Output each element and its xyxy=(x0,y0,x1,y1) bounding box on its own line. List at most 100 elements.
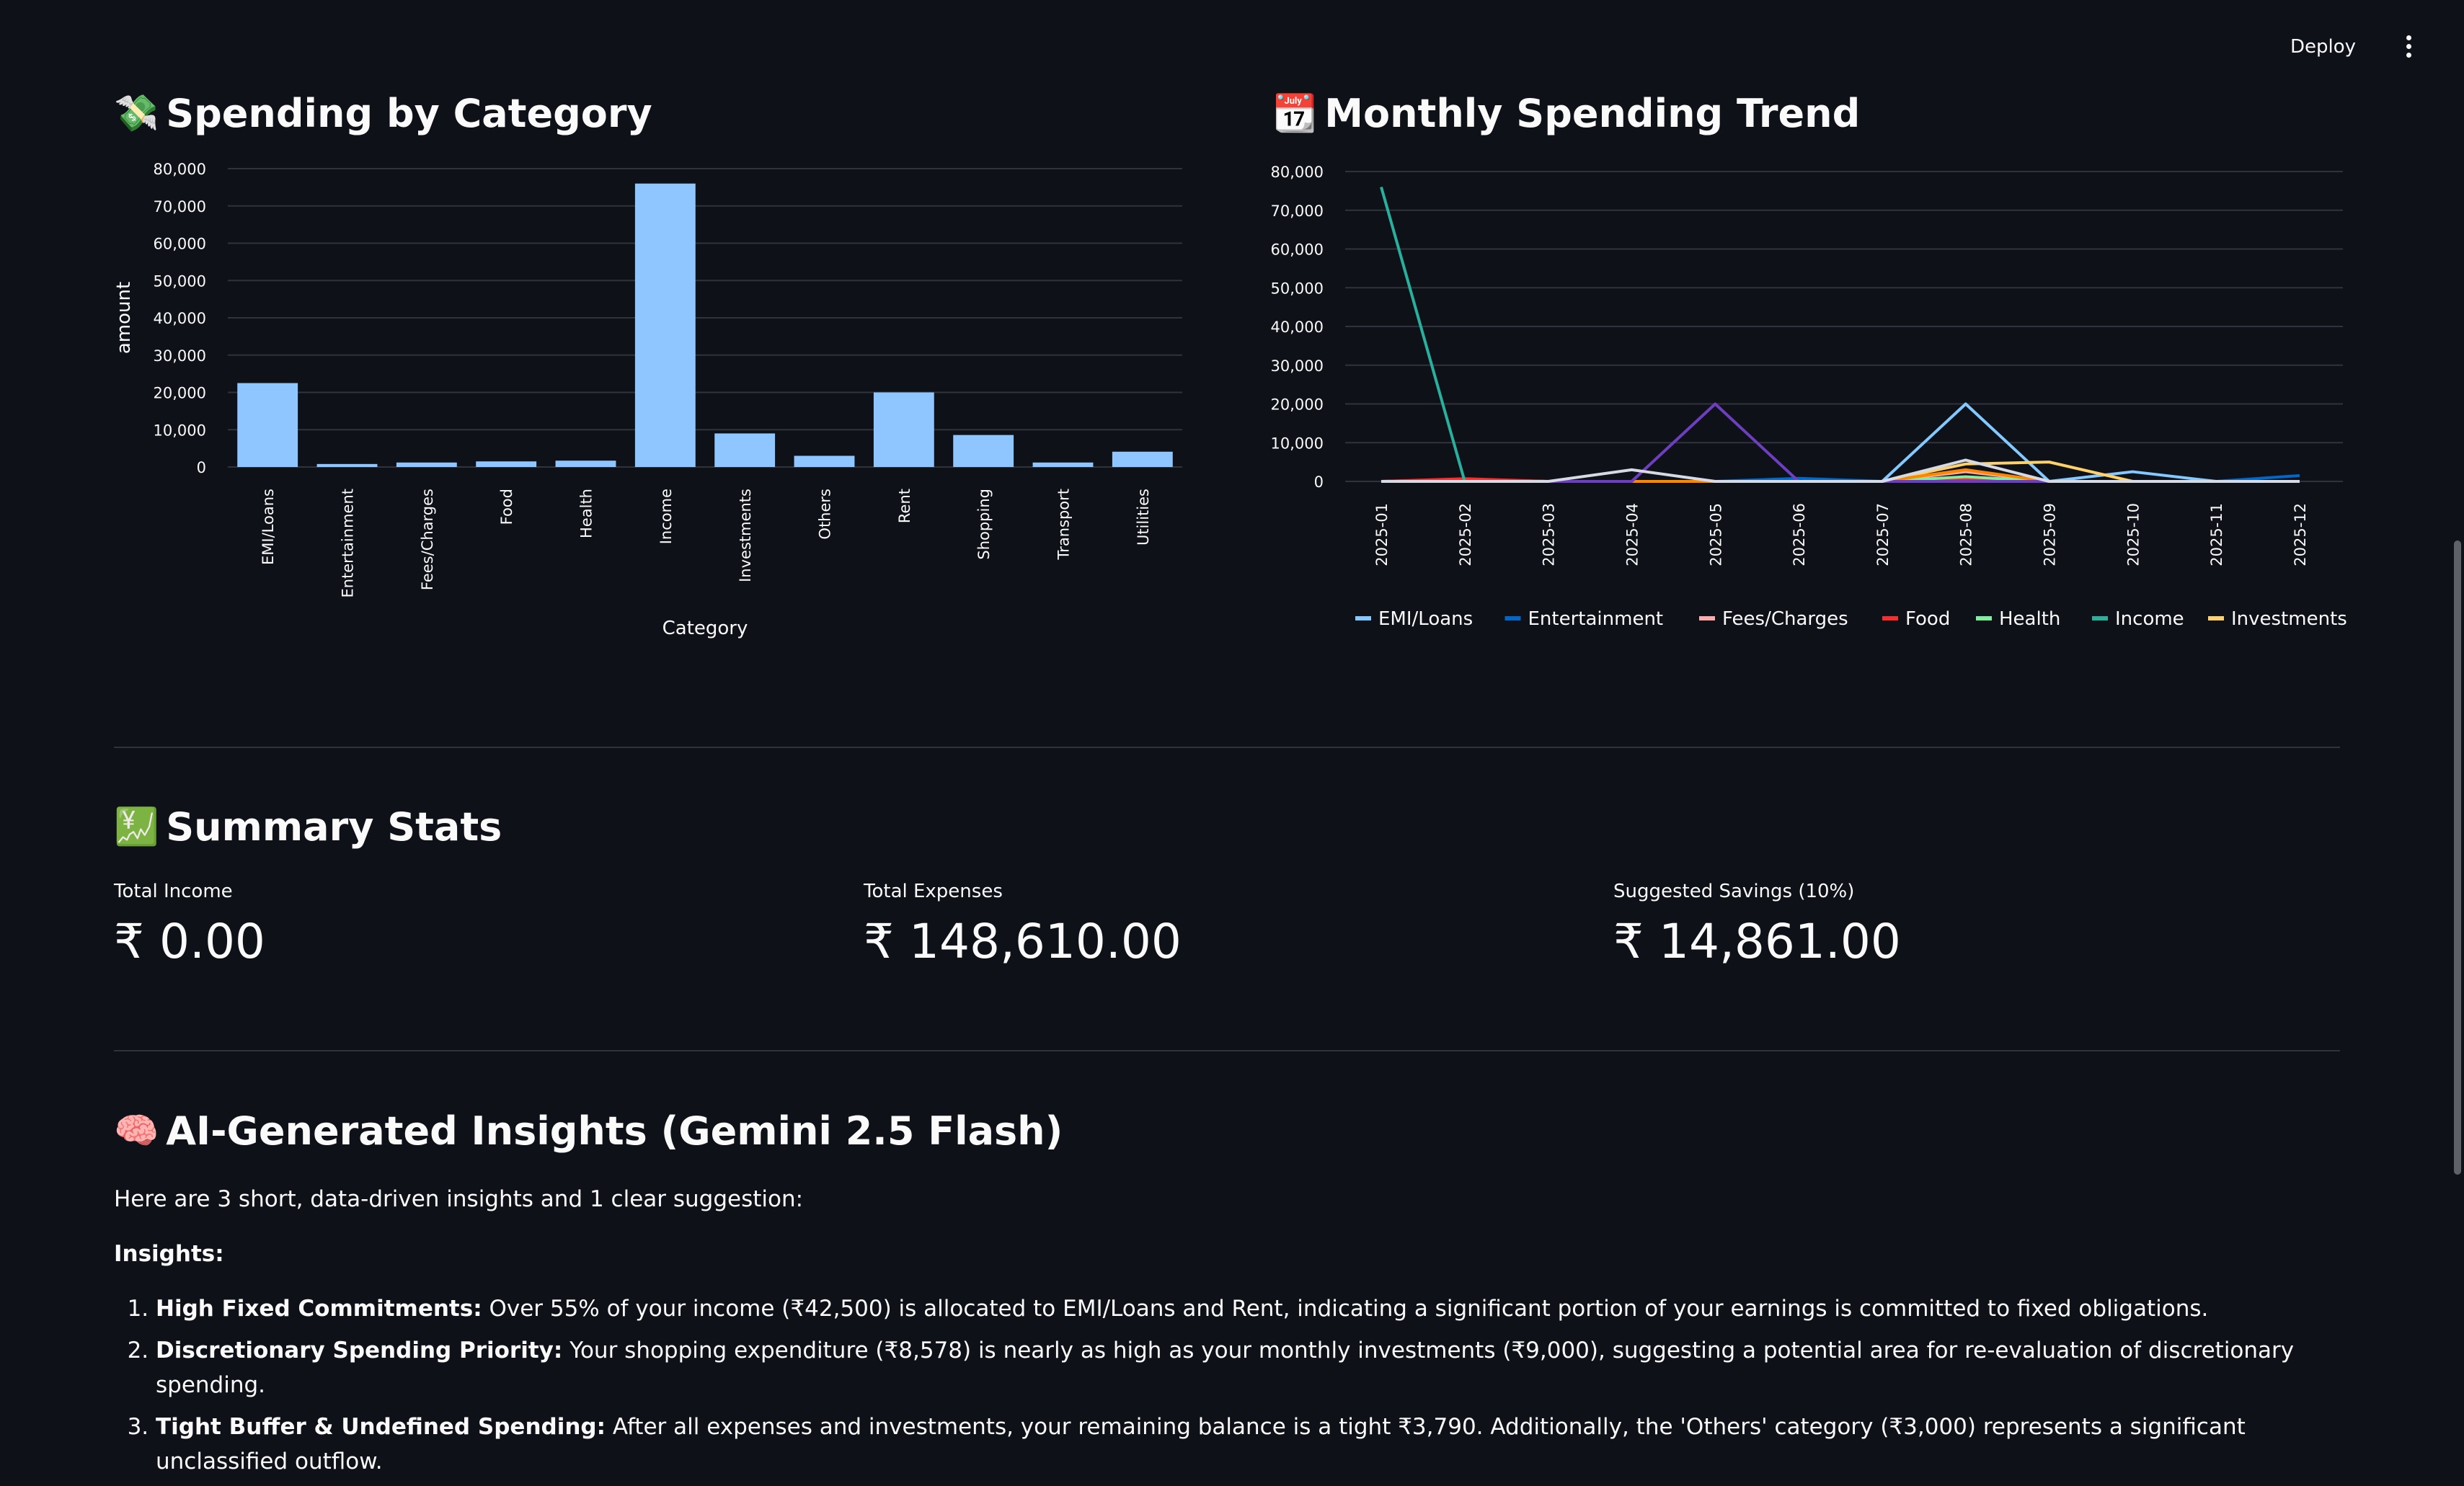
app-header: Deploy xyxy=(0,0,2464,94)
scrollbar-thumb[interactable] xyxy=(2454,540,2461,1175)
metric-label: Total Income xyxy=(114,881,233,902)
section-title-text: Spending by Category xyxy=(166,91,652,136)
legend-entry: Investments xyxy=(2231,608,2347,630)
brain-icon: 🧠 xyxy=(114,1110,159,1152)
scrollbar[interactable] xyxy=(2451,0,2464,1423)
bar-chart-xtick-label: Health xyxy=(578,489,595,538)
bar-chart-xtick-label: Fees/Charges xyxy=(419,489,436,590)
legend-entry: Food xyxy=(1905,608,1950,630)
metric-label: Total Expenses xyxy=(864,881,1003,902)
bar xyxy=(476,461,537,467)
bar xyxy=(873,392,934,467)
legend-entry: Health xyxy=(1999,608,2060,630)
bar-chart-xtick-label: Shopping xyxy=(975,489,993,560)
legend-entry: Income xyxy=(2115,608,2184,630)
line-chart-xtick-label: 2025-09 xyxy=(2042,503,2059,566)
bar xyxy=(794,455,855,467)
bar-chart-xtick-label: Transport xyxy=(1055,489,1073,561)
line-chart-xtick-label: 2025-12 xyxy=(2292,503,2309,566)
line-chart-xtick-label: 2025-06 xyxy=(1791,503,1808,566)
bar-chart-ytick-label: 10,000 xyxy=(154,422,206,439)
metric-label: Suggested Savings (10%) xyxy=(1613,881,1855,902)
line-chart-xtick-label: 2025-07 xyxy=(1874,503,1892,566)
insight-title: Tight Buffer & Undefined Spending: xyxy=(156,1414,606,1441)
x-axis-label: Category xyxy=(662,618,748,639)
metric-total-income: Total Income ₹ 0.00 xyxy=(114,881,265,969)
chart-yen-icon: 💹 xyxy=(114,806,159,847)
insight-title: High Fixed Commitments: xyxy=(156,1296,482,1322)
list-item: Tight Buffer & Undefined Spending: After… xyxy=(156,1410,2341,1479)
deploy-button[interactable]: Deploy xyxy=(2283,32,2363,62)
bar-chart-ytick-label: 80,000 xyxy=(154,161,206,178)
insight-text: Over 55% of your income (₹42,500) is all… xyxy=(482,1296,2209,1322)
category-bar-chart: 0 10,000 20,000 30,000 40,000 50,000 60,000 70,… xyxy=(113,161,1182,639)
bar xyxy=(953,435,1014,467)
list-item: Discretionary Spending Priority: Your sh… xyxy=(156,1333,2341,1402)
line-chart-ytick-label: 40,000 xyxy=(1271,319,1324,336)
bar-chart-xtick-label: Income xyxy=(657,489,675,544)
bar xyxy=(316,463,378,467)
insights-heading: Insights: xyxy=(114,1241,224,1268)
line-chart-xtick-label: 2025-02 xyxy=(1457,503,1474,566)
line-chart-ytick-label: 50,000 xyxy=(1271,280,1324,297)
bar xyxy=(237,383,298,467)
calendar-icon: 📆 xyxy=(1272,92,1318,134)
metric-total-expenses: Total Expenses ₹ 148,610.00 xyxy=(864,881,1182,969)
kebab-menu-icon[interactable] xyxy=(2398,32,2419,61)
bar-chart-xtick-label: Others xyxy=(817,489,834,540)
bar-chart-ytick-label: 30,000 xyxy=(154,347,206,365)
series-line xyxy=(1380,186,2300,483)
line-chart-ytick-label: 80,000 xyxy=(1271,164,1324,181)
metric-value: ₹ 0.00 xyxy=(114,914,265,969)
line-chart-xtick-label: 2025-01 xyxy=(1373,503,1391,566)
bar xyxy=(396,462,457,467)
insights-body: Here are 3 short, data-driven insights a… xyxy=(114,1182,2341,1486)
monthly-line-chart: 0 10,000 20,000 30,000 40,000 50,000 60,000 70,… xyxy=(1271,164,2347,630)
line-chart-ytick-label: 30,000 xyxy=(1271,357,1324,375)
bar-chart-xtick-label: Utilities xyxy=(1135,489,1152,546)
y-axis-label: amount xyxy=(113,282,135,354)
bar xyxy=(555,461,616,467)
section-title-text: AI-Generated Insights (Gemini 2.5 Flash) xyxy=(166,1108,1063,1154)
bar-chart-ytick-label: 0 xyxy=(197,459,206,476)
line-chart-xtick-label: 2025-03 xyxy=(1541,503,1558,566)
legend-entry: EMI/Loans xyxy=(1378,608,1473,630)
section-title-text: Monthly Spending Trend xyxy=(1324,91,1861,136)
bar xyxy=(1032,462,1094,467)
bar xyxy=(634,183,696,467)
insights-list: High Fixed Commitments: Over 55% of your… xyxy=(114,1291,2341,1479)
section-title-text: Summary Stats xyxy=(166,804,502,850)
bar-chart-xtick-label: Rent xyxy=(896,489,913,523)
bar-chart-xtick-label: EMI/Loans xyxy=(260,489,277,565)
divider xyxy=(114,1050,2340,1051)
insight-title: Discretionary Spending Priority: xyxy=(156,1338,563,1364)
line-chart-ytick-label: 20,000 xyxy=(1271,396,1324,414)
line-chart-xtick-label: 2025-08 xyxy=(1958,503,1975,566)
section-title-category: 💸 Spending by Category xyxy=(114,91,652,136)
line-chart-xtick-label: 2025-05 xyxy=(1707,503,1724,566)
metric-value: ₹ 148,610.00 xyxy=(864,914,1182,969)
legend-entry: Fees/Charges xyxy=(1722,608,1848,630)
divider xyxy=(114,747,2340,748)
bar-chart-xtick-label: Food xyxy=(498,489,515,525)
bar xyxy=(714,433,776,467)
list-item: High Fixed Commitments: Over 55% of your… xyxy=(156,1291,2341,1326)
bar-chart-xtick-label: Investments xyxy=(737,489,754,582)
money-wings-icon: 💸 xyxy=(114,92,159,134)
metric-suggested-savings: Suggested Savings (10%) ₹ 14,861.00 xyxy=(1613,881,1901,969)
bar-chart-ytick-label: 40,000 xyxy=(154,310,206,327)
section-title-insights: 🧠 AI-Generated Insights (Gemini 2.5 Flas… xyxy=(114,1108,1063,1154)
line-chart-xtick-label: 2025-04 xyxy=(1623,503,1641,566)
line-chart-xtick-label: 2025-11 xyxy=(2208,503,2225,566)
bar-chart-ytick-label: 60,000 xyxy=(154,236,206,253)
bar-chart-xtick-label: Entertainment xyxy=(340,489,357,598)
bar-chart-ytick-label: 50,000 xyxy=(154,272,206,290)
line-chart-ytick-label: 70,000 xyxy=(1271,203,1324,220)
line-chart-ytick-label: 10,000 xyxy=(1271,435,1324,452)
legend-entry: Entertainment xyxy=(1528,608,1664,630)
line-chart-ytick-label: 0 xyxy=(1314,473,1324,491)
line-chart-ytick-label: 60,000 xyxy=(1271,241,1324,259)
line-chart-xtick-label: 2025-10 xyxy=(2124,503,2142,566)
bar-chart-ytick-label: 70,000 xyxy=(154,198,206,215)
section-title-summary: 💹 Summary Stats xyxy=(114,804,502,850)
